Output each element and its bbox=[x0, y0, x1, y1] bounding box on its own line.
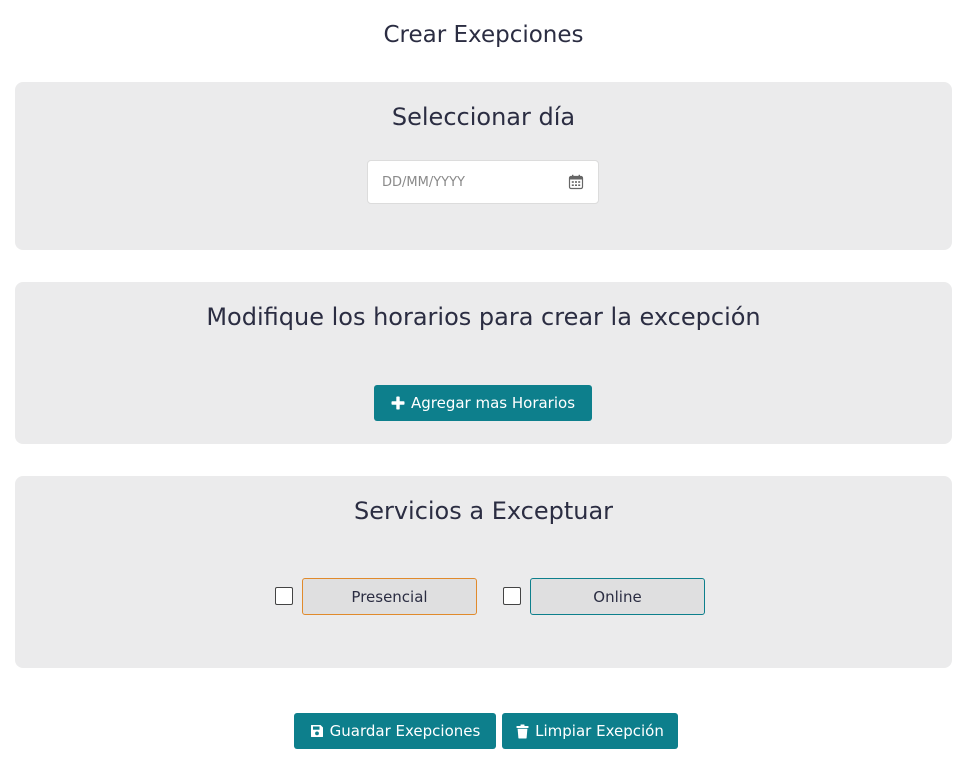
services-card: Servicios a Exceptuar Presencial Online bbox=[15, 476, 952, 668]
date-input[interactable] bbox=[368, 161, 572, 203]
save-exceptions-button[interactable]: Guardar Exepciones bbox=[294, 713, 496, 749]
services-card-title: Servicios a Exceptuar bbox=[353, 497, 614, 525]
clear-exception-label: Limpiar Exepción bbox=[535, 722, 664, 740]
add-schedule-label: Agregar mas Horarios bbox=[410, 394, 576, 412]
date-selection-card: Seleccionar día bbox=[15, 82, 952, 250]
date-field[interactable] bbox=[367, 160, 599, 204]
online-checkbox[interactable] bbox=[503, 587, 521, 605]
page-title: Crear Exepciones bbox=[383, 22, 584, 48]
calendar-icon[interactable] bbox=[568, 174, 584, 190]
trash-icon bbox=[516, 724, 529, 739]
presencial-service-chip[interactable]: Presencial bbox=[302, 578, 477, 615]
save-exceptions-label: Guardar Exepciones bbox=[329, 722, 481, 740]
presencial-checkbox[interactable] bbox=[275, 587, 293, 605]
hours-card-title: Modifique los horarios para crear la exc… bbox=[206, 303, 761, 331]
date-card-title: Seleccionar día bbox=[391, 103, 576, 131]
floppy-disk-icon bbox=[310, 724, 324, 738]
online-service-chip[interactable]: Online bbox=[530, 578, 705, 615]
add-schedule-button[interactable]: Agregar mas Horarios bbox=[374, 385, 592, 421]
page: Crear Exepciones Seleccionar día DD/MM/Y… bbox=[0, 0, 972, 764]
hours-card: Modifique los horarios para crear la exc… bbox=[15, 282, 952, 444]
online-label: Online bbox=[593, 587, 642, 606]
presencial-label: Presencial bbox=[351, 587, 428, 606]
plus-icon bbox=[391, 396, 405, 410]
clear-exception-button[interactable]: Limpiar Exepción bbox=[502, 713, 678, 749]
